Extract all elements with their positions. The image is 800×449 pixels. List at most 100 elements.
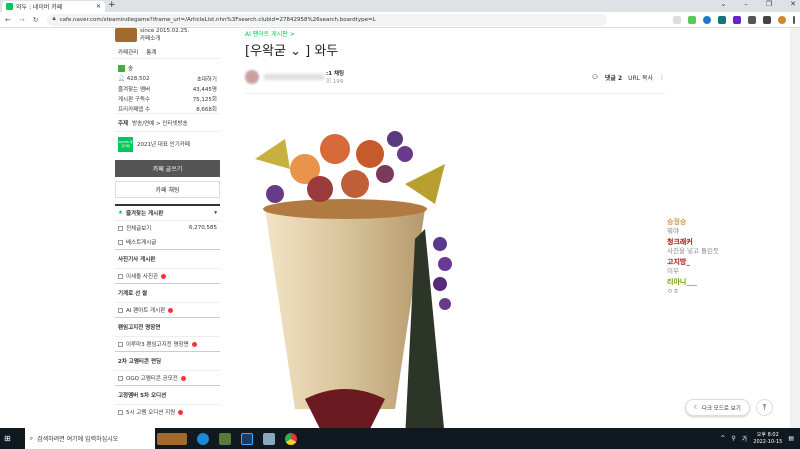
board-item[interactable]: 5시 고멤 오디션 지원 <box>115 404 220 419</box>
new-tab-button[interactable]: + <box>108 0 116 10</box>
board-section-title: 사진기사 게시판 <box>115 249 220 268</box>
board-icon <box>118 307 123 313</box>
puzzle-icon[interactable] <box>763 15 771 24</box>
chat-username[interactable]: 승정승 <box>667 218 719 227</box>
cafe-intro-link[interactable]: 카페소개 <box>140 34 189 42</box>
new-badge-icon <box>180 375 186 381</box>
live-chat-panel: 승정승 뭐야 청크래커 사진을 넣고 돌린듯 고지방_ 이우 리아니___ ㅇㅎ ☾ 다크 모드… <box>665 28 790 428</box>
chevron-down-icon[interactable]: ▾ <box>214 210 217 216</box>
app-icon[interactable] <box>240 432 253 445</box>
fav-members-label: 즐겨찾는 멤버 <box>118 87 151 93</box>
stats-link[interactable]: 통계 <box>146 48 156 56</box>
forward-icon[interactable]: → <box>19 16 25 24</box>
star-icon: ★ <box>118 210 123 216</box>
breadcrumb[interactable]: AI 팬아트 게시판 > <box>245 29 665 38</box>
url-copy-button[interactable]: URL 복사 <box>628 73 653 82</box>
extension-icon[interactable] <box>688 15 696 24</box>
extension-icon[interactable] <box>733 15 741 24</box>
back-icon[interactable]: ← <box>5 16 11 24</box>
dark-mode-label: 다크 모드로 보기 <box>701 405 741 412</box>
glass-shape <box>265 209 425 409</box>
notification-icon[interactable]: ▤ <box>788 435 794 442</box>
board-icon <box>118 409 123 415</box>
level-icon <box>118 64 125 72</box>
time: 오후 8:02 <box>756 431 779 438</box>
close-tab-icon[interactable]: ✕ <box>96 3 101 10</box>
extension-icon[interactable] <box>718 15 726 24</box>
menu-icon[interactable] <box>793 15 795 24</box>
board-section-title: 고정멤버 5차 오디션 <box>115 385 220 404</box>
ime-icon[interactable]: 가 <box>742 434 748 443</box>
system-tray: ^ ⚲ 가 오후 8:02 2022-10-15 ▤ <box>720 432 800 446</box>
write-post-button[interactable]: 카페 글쓰기 <box>115 160 220 177</box>
author-name-blurred <box>264 74 324 80</box>
extension-icon[interactable] <box>703 15 711 24</box>
widget-icon[interactable] <box>156 432 187 445</box>
chrome-icon[interactable] <box>284 432 297 445</box>
invite-link[interactable]: 초대하기 <box>197 75 217 83</box>
comments-link[interactable]: 댓글 2 <box>605 73 622 82</box>
chat-text: 사진을 넣고 돌린듯 <box>667 247 719 255</box>
chat-username[interactable]: 청크래커 <box>667 238 719 247</box>
edge-icon[interactable] <box>196 432 209 445</box>
chat-message: 승정승 뭐야 <box>667 218 719 236</box>
url-text: cafe.naver.com/steamindiegame?iframe_url… <box>59 16 376 23</box>
board-label: AI 팬아트 게시판 <box>126 308 166 314</box>
board-best[interactable]: 베스트게시글 <box>115 235 220 249</box>
profile-avatar[interactable] <box>778 15 786 24</box>
windows-start-icon[interactable]: ⊞ <box>4 434 11 443</box>
fav-members-count: 43,445명 <box>192 87 217 93</box>
zoom-icon[interactable] <box>673 15 681 24</box>
chat-username[interactable]: 고지방_ <box>667 258 719 267</box>
topic-label: 주제 <box>118 120 129 127</box>
chat-text: 뭐야 <box>667 227 679 235</box>
board-section-title: 2차 고멤티콘 펀딩 <box>115 351 220 370</box>
board-item[interactable]: OGQ 고멤티콘 공모전 <box>115 370 220 385</box>
board-icon <box>118 273 123 279</box>
tab-search-icon[interactable]: ⌄ <box>720 0 726 8</box>
restore-button[interactable]: ❐ <box>766 0 772 8</box>
cafe-sidebar: since 2015.02.25. 카페소개 카페관리 통계 숲 👤︎ 428,50… <box>115 28 220 428</box>
new-badge-icon <box>178 409 184 415</box>
chat-username[interactable]: 리아니___ <box>667 278 719 287</box>
minimize-button[interactable]: – <box>744 0 748 8</box>
board-all-posts[interactable]: 전체글보기 6,270,585 <box>115 220 220 235</box>
topic-value[interactable]: 방송/연예 > 인터넷방송 <box>132 119 188 127</box>
cafe-favicon <box>6 3 13 10</box>
board-icon <box>118 225 123 231</box>
fav-boards-title[interactable]: 즐겨찾는 게시판 <box>126 209 163 217</box>
chat-message: 고지방_ 이우 <box>667 258 719 276</box>
chat-message: 청크래커 사진을 넣고 돌린듯 <box>667 238 719 256</box>
cafe-chat-button[interactable]: 카페 채팅 <box>115 181 220 198</box>
comment-icon[interactable]: 💬︎ <box>591 74 599 81</box>
member-count[interactable]: 428,502 <box>127 76 150 82</box>
board-item[interactable]: AI 팬아트 게시판 <box>115 302 220 317</box>
url-input[interactable]: 🔒︎ cafe.naver.com/steamindiegame?iframe_u… <box>46 13 607 26</box>
minecraft-icon[interactable] <box>218 432 231 445</box>
close-window-button[interactable]: ✕ <box>790 0 796 8</box>
board-sections: 사진기사 게시판 이세돌 사진관 기계로 선 쌀 AI 팬아트 게시판 팬임고지전 명장… <box>115 249 220 419</box>
tray-chevron-icon[interactable]: ^ <box>720 435 725 442</box>
board-icon <box>118 375 123 381</box>
extension-icon[interactable] <box>748 15 756 24</box>
window-controls: ⌄ – ❐ ✕ <box>720 0 796 8</box>
scroll-top-button[interactable]: ⤒ <box>756 399 773 416</box>
dark-mode-button[interactable]: ☾ 다크 모드로 보기 <box>685 399 750 416</box>
browser-tab[interactable]: 와두 : 네이버 카페 ✕ <box>2 1 105 12</box>
cafe-manage-link[interactable]: 카페관리 <box>118 48 138 56</box>
author-avatar[interactable] <box>245 70 259 84</box>
reload-icon[interactable]: ↻ <box>33 16 39 24</box>
subs-label: 게시판 구독수 <box>118 97 151 103</box>
clock[interactable]: 오후 8:02 2022-10-15 <box>753 432 782 446</box>
new-badge-icon <box>161 273 167 279</box>
board-label: 베스트게시글 <box>126 240 157 246</box>
taskbar: ⊞ ⌕ 검색하려면 여기에 입력하십시오 ^ ⚲ 가 오후 8:02 2022-10-1… <box>0 428 800 449</box>
board-item[interactable]: 이세돌 사진관 <box>115 268 220 283</box>
taskbar-search[interactable]: ⌕ 검색하려면 여기에 입력하십시오 <box>24 428 155 449</box>
scrollbar[interactable] <box>790 28 800 428</box>
board-item[interactable]: 이루마3 팬임고지전 명장면 <box>115 336 220 351</box>
app-icon[interactable] <box>262 432 275 445</box>
glass-rim <box>263 199 427 219</box>
network-icon[interactable]: ⚲ <box>731 435 735 442</box>
moon-icon: ☾ <box>694 404 699 411</box>
